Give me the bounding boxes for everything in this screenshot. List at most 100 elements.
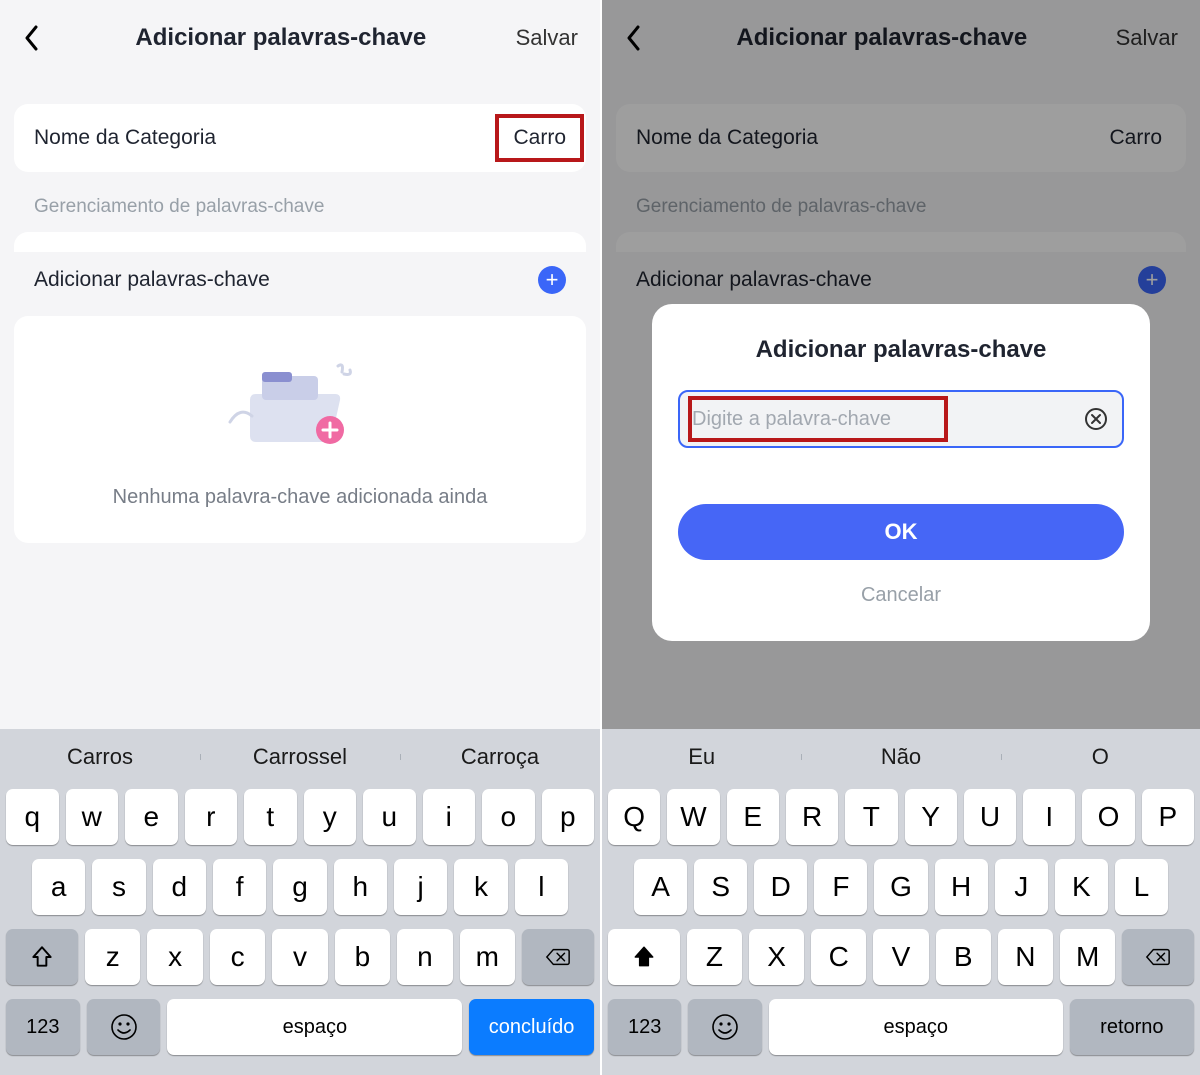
key[interactable]: v	[272, 929, 327, 985]
suggestion[interactable]: O	[1001, 744, 1200, 770]
key[interactable]: S	[694, 859, 747, 915]
key[interactable]: K	[1055, 859, 1108, 915]
key[interactable]: f	[213, 859, 266, 915]
keyboard-row: 123 espaço concluído	[6, 999, 594, 1055]
key[interactable]: h	[334, 859, 387, 915]
key[interactable]: i	[423, 789, 476, 845]
category-row[interactable]: Nome da Categoria Carro	[34, 126, 566, 150]
key[interactable]: Y	[905, 789, 957, 845]
key[interactable]: u	[363, 789, 416, 845]
suggestion[interactable]: Não	[801, 744, 1000, 770]
shift-key[interactable]	[6, 929, 78, 985]
empty-folder-icon	[220, 346, 380, 466]
key[interactable]: a	[32, 859, 85, 915]
add-keyword-row[interactable]: Adicionar palavras-chave +	[14, 252, 586, 310]
key[interactable]: r	[185, 789, 238, 845]
shift-key[interactable]	[608, 929, 680, 985]
suggestion[interactable]: Carrossel	[200, 744, 400, 770]
emoji-key[interactable]	[87, 999, 161, 1055]
key[interactable]: l	[515, 859, 568, 915]
chevron-left-icon	[24, 25, 40, 51]
key[interactable]: o	[482, 789, 535, 845]
key[interactable]: b	[335, 929, 390, 985]
suggestion[interactable]: Carroça	[400, 744, 600, 770]
key[interactable]: J	[995, 859, 1048, 915]
key[interactable]: p	[542, 789, 595, 845]
keyboard: Carros Carrossel Carroça q w e r t y u i…	[0, 729, 600, 1075]
key[interactable]: V	[873, 929, 928, 985]
key[interactable]: F	[814, 859, 867, 915]
key[interactable]: C	[811, 929, 866, 985]
key[interactable]: U	[964, 789, 1016, 845]
backspace-key[interactable]	[522, 929, 594, 985]
key[interactable]: G	[874, 859, 927, 915]
key[interactable]: q	[6, 789, 59, 845]
space-key[interactable]: espaço	[167, 999, 462, 1055]
key[interactable]: z	[85, 929, 140, 985]
save-button[interactable]: Salvar	[516, 25, 578, 51]
key[interactable]: I	[1023, 789, 1075, 845]
space-key[interactable]: espaço	[769, 999, 1063, 1055]
backspace-key[interactable]	[1122, 929, 1194, 985]
category-card: Nome da Categoria Carro	[14, 104, 586, 172]
key[interactable]: e	[125, 789, 178, 845]
header: Adicionar palavras-chave Salvar	[0, 0, 600, 76]
key[interactable]: y	[304, 789, 357, 845]
keyboard-row: A S D F G H J K L	[608, 859, 1194, 915]
key[interactable]: W	[667, 789, 719, 845]
empty-text: Nenhuma palavra-chave adicionada ainda	[34, 486, 566, 509]
suggestion-row: Eu Não O	[602, 729, 1200, 785]
key[interactable]: A	[634, 859, 687, 915]
section-label: Gerenciamento de palavras-chave	[14, 172, 586, 232]
key[interactable]: D	[754, 859, 807, 915]
numbers-key[interactable]: 123	[608, 999, 681, 1055]
key[interactable]: x	[147, 929, 202, 985]
ok-button[interactable]: OK	[678, 504, 1124, 560]
key[interactable]: k	[454, 859, 507, 915]
key[interactable]: R	[786, 789, 838, 845]
screen-right: Adicionar palavras-chave Salvar Nome da …	[600, 0, 1200, 1075]
key[interactable]: B	[936, 929, 991, 985]
keyboard-row: Q W E R T Y U I O P	[608, 789, 1194, 845]
back-button[interactable]	[18, 24, 46, 52]
key[interactable]: E	[727, 789, 779, 845]
emoji-key[interactable]	[688, 999, 761, 1055]
category-label: Nome da Categoria	[34, 126, 216, 150]
key[interactable]: T	[845, 789, 897, 845]
add-keyword-modal: Adicionar palavras-chave OK Cancelar	[652, 304, 1150, 641]
key[interactable]: g	[273, 859, 326, 915]
key[interactable]: w	[66, 789, 119, 845]
suggestion[interactable]: Carros	[0, 744, 200, 770]
highlight-box: Carro	[495, 114, 584, 162]
key[interactable]: c	[210, 929, 265, 985]
key[interactable]: L	[1115, 859, 1168, 915]
page-title: Adicionar palavras-chave	[135, 24, 426, 52]
key[interactable]: H	[935, 859, 988, 915]
action-key[interactable]: retorno	[1070, 999, 1194, 1055]
key[interactable]: d	[153, 859, 206, 915]
clear-input-icon[interactable]	[1082, 405, 1110, 433]
key[interactable]: M	[1060, 929, 1115, 985]
key[interactable]: t	[244, 789, 297, 845]
suggestion-row: Carros Carrossel Carroça	[0, 729, 600, 785]
keyboard-row: q w e r t y u i o p	[6, 789, 594, 845]
screen-left: Adicionar palavras-chave Salvar Nome da …	[0, 0, 600, 1075]
key[interactable]: Q	[608, 789, 660, 845]
key[interactable]: s	[92, 859, 145, 915]
key[interactable]: N	[998, 929, 1053, 985]
key[interactable]: O	[1082, 789, 1134, 845]
key[interactable]: Z	[687, 929, 742, 985]
key[interactable]: j	[394, 859, 447, 915]
keyboard-row: 123 espaço retorno	[608, 999, 1194, 1055]
key[interactable]: P	[1142, 789, 1194, 845]
numbers-key[interactable]: 123	[6, 999, 80, 1055]
keyword-input[interactable]	[692, 392, 1082, 446]
key[interactable]: m	[460, 929, 515, 985]
plus-icon[interactable]: +	[538, 266, 566, 294]
key[interactable]: X	[749, 929, 804, 985]
action-key[interactable]: concluído	[469, 999, 594, 1055]
modal-title: Adicionar palavras-chave	[678, 336, 1124, 364]
key[interactable]: n	[397, 929, 452, 985]
suggestion[interactable]: Eu	[602, 744, 801, 770]
cancel-button[interactable]: Cancelar	[678, 580, 1124, 615]
